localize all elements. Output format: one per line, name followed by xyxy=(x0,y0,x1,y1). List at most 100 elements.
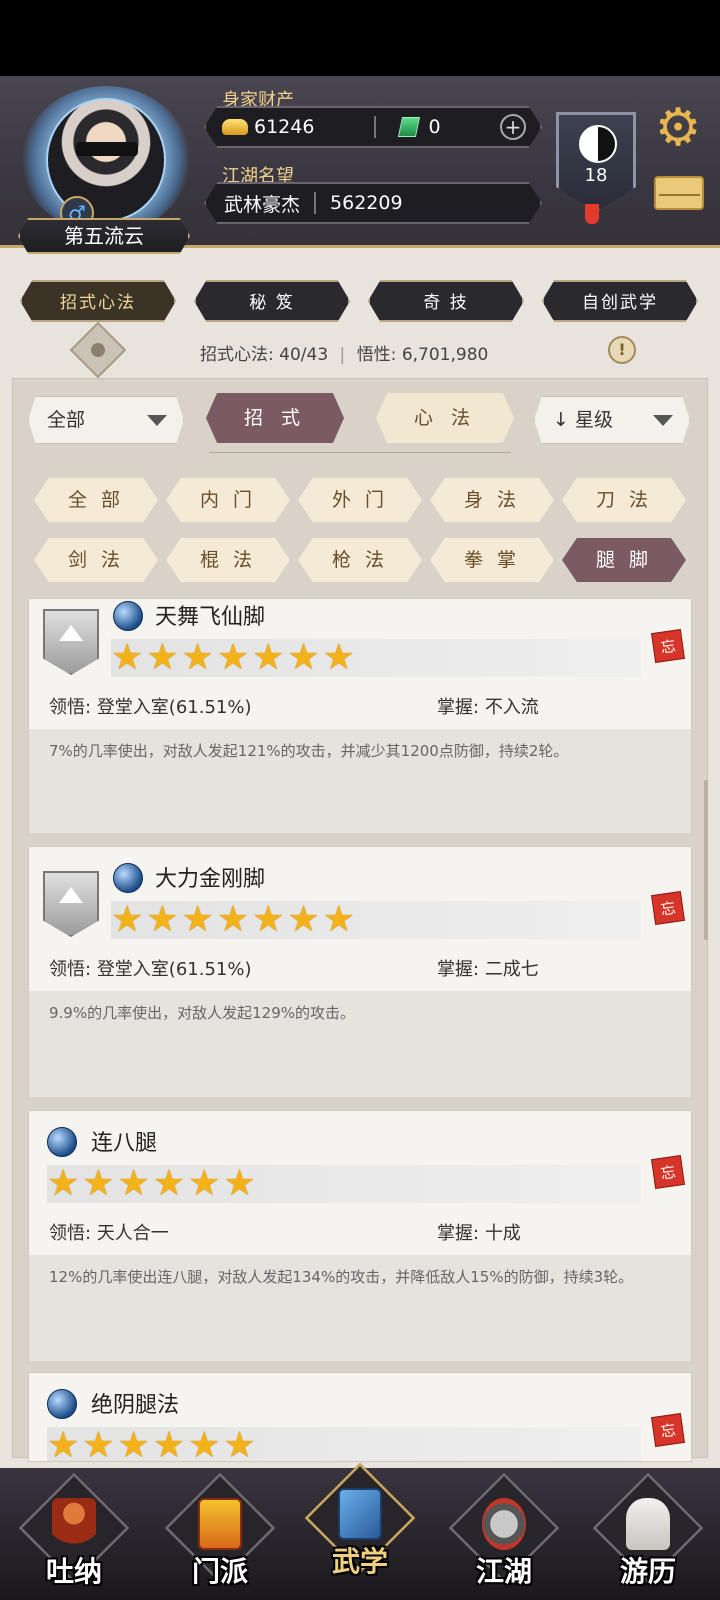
gold-ingot-icon xyxy=(222,119,248,135)
tassel-ornament xyxy=(585,204,599,224)
stars: ★★★★★★★ xyxy=(111,637,358,678)
category-dropdown[interactable]: 全部 xyxy=(28,396,184,444)
skill-type-icon xyxy=(113,601,143,631)
stars: ★★★★★★★ xyxy=(111,899,358,940)
chip-movement[interactable]: 身 法 xyxy=(430,478,554,522)
skill-description: 9.9%的几率使出，对敌人发起129%的攻击。 xyxy=(29,991,691,1097)
ornament-divider xyxy=(210,452,510,456)
level-badge[interactable]: 18 xyxy=(556,112,636,212)
stars: ★★★★★★ xyxy=(47,1163,259,1204)
skill-card[interactable]: 连八腿 ★★★★★★ 忘 领悟: 天人合一 掌握: 十成 12%的几率使出连八腿… xyxy=(28,1110,692,1361)
skill-card[interactable]: 大力金刚脚 ★★★★★★★ 忘 领悟: 登堂入室(61.51%) 掌握: 二成七… xyxy=(28,846,692,1097)
mastery-label: 掌握: xyxy=(437,1223,480,1244)
nav-label: 武学 xyxy=(331,1545,388,1578)
avatar[interactable]: ♂ xyxy=(22,86,190,236)
forget-skill-button[interactable]: 忘 xyxy=(651,1155,685,1189)
skill-name: 绝阴腿法 xyxy=(91,1393,180,1418)
chip-sword[interactable]: 剑 法 xyxy=(34,538,158,582)
mastery: 掌握: 十成 xyxy=(437,1219,521,1245)
skill-type-icon xyxy=(47,1127,77,1157)
status-bar xyxy=(0,0,720,76)
reputation-title: 武林豪杰 xyxy=(224,193,301,216)
nav-breathing[interactable]: 吐纳 xyxy=(18,1472,130,1588)
nav-label: 吐纳 xyxy=(45,1555,102,1588)
nav-label: 门派 xyxy=(191,1555,248,1588)
yinyang-icon xyxy=(579,125,617,163)
chip-outer[interactable]: 外 门 xyxy=(298,478,422,522)
skill-description: 7%的几率使出，对敌人发起121%的攻击，并减少其1200点防御，持续2轮。 xyxy=(29,729,691,833)
comprehension: 领悟: 登堂入室(61.51%) xyxy=(49,955,252,981)
comprehension: 领悟: 登堂入室(61.51%) xyxy=(49,693,252,719)
star-rating: ★★★★★★★ xyxy=(111,639,641,677)
tab-moves-and-methods[interactable]: 招式心法 xyxy=(20,280,176,322)
segment-moves[interactable]: 招 式 xyxy=(206,393,344,443)
comprehension: 领悟: 天人合一 xyxy=(49,1219,169,1245)
tab-special-skills[interactable]: 奇 技 xyxy=(368,280,524,322)
add-currency-button[interactable]: + xyxy=(500,114,526,140)
nav-travel[interactable]: 游历 xyxy=(592,1472,704,1588)
nav-sect[interactable]: 门派 xyxy=(164,1472,276,1588)
martial-arts-book-icon xyxy=(338,1488,382,1540)
chip-all[interactable]: 全 部 xyxy=(34,478,158,522)
level-number: 18 xyxy=(584,165,608,186)
segment-methods[interactable]: 心 法 xyxy=(376,393,514,443)
sort-arrow-icon: ↓ xyxy=(553,409,569,431)
currency-bar: 61246 0 + xyxy=(204,106,542,148)
chip-blade[interactable]: 刀 法 xyxy=(562,478,686,522)
tab-self-created-martial-arts[interactable]: 自创武学 xyxy=(542,280,698,322)
count-label: 招式心法: xyxy=(200,345,274,365)
chip-fist-palm[interactable]: 拳 掌 xyxy=(430,538,554,582)
gold-amount: 61246 xyxy=(254,116,315,138)
tab-secret-manual[interactable]: 秘 笈 xyxy=(194,280,350,322)
star-rating: ★★★★★★ xyxy=(47,1425,641,1462)
comprehension-value: 登堂入室(61.51%) xyxy=(96,959,252,980)
chip-spear[interactable]: 枪 法 xyxy=(298,538,422,582)
comprehension-value: 登堂入室(61.51%) xyxy=(96,697,252,718)
star-rating: ★★★★★★★ xyxy=(111,901,641,939)
forget-skill-button[interactable]: 忘 xyxy=(651,629,685,663)
skill-card[interactable]: 天舞飞仙脚 ★★★★★★★ 忘 领悟: 登堂入室(61.51%) 掌握: 不入流… xyxy=(28,598,692,833)
skill-name: 天舞飞仙脚 xyxy=(155,605,266,630)
mastery-value: 不入流 xyxy=(484,697,539,718)
nav-martial-arts[interactable]: 武学 xyxy=(304,1462,416,1578)
skill-card[interactable]: 绝阴腿法 ★★★★★★ 忘 xyxy=(28,1372,692,1462)
comprehension-label: 领悟: xyxy=(49,1223,92,1244)
eye-icon[interactable] xyxy=(69,321,127,379)
rank-up-badge-icon[interactable] xyxy=(43,609,99,675)
reputation-value: 562209 xyxy=(330,192,403,214)
nav-jianghu[interactable]: 江湖 xyxy=(448,1472,560,1588)
skill-name: 连八腿 xyxy=(91,1131,158,1156)
skill-type-icon xyxy=(47,1389,77,1419)
mastery-value: 二成七 xyxy=(484,959,539,980)
mail-envelope-icon[interactable] xyxy=(654,176,704,210)
forget-skill-button[interactable]: 忘 xyxy=(651,1413,685,1447)
chip-staff[interactable]: 棍 法 xyxy=(166,538,290,582)
skill-type-icon xyxy=(113,863,143,893)
jade-icon xyxy=(398,117,421,137)
white-horse-icon xyxy=(626,1498,670,1550)
sort-value: 星级 xyxy=(574,409,613,431)
player-name: 第五流云 xyxy=(18,218,190,254)
bottom-navigation: 吐纳 门派 武学 江湖 游历 xyxy=(0,1462,720,1600)
jade-amount: 0 xyxy=(428,116,441,138)
skill-stats: 招式心法: 40/43 | 悟性: 6,701,980 xyxy=(200,345,489,365)
settings-gear-icon[interactable]: ⚙ xyxy=(652,102,704,154)
chip-inner[interactable]: 内 门 xyxy=(166,478,290,522)
star-rating: ★★★★★★ xyxy=(47,1165,641,1203)
mastery-label: 掌握: xyxy=(437,697,480,718)
chevron-down-icon xyxy=(653,415,673,426)
forget-skill-button[interactable]: 忘 xyxy=(651,891,685,925)
skill-description: 12%的几率使出连八腿，对敌人发起134%的攻击，并降低敌人15%的防御，持续3… xyxy=(29,1255,691,1361)
player-header: ♂ 第五流云 身家财产 61246 0 + 江湖名望 武林豪杰 562209 1… xyxy=(0,76,720,254)
stars: ★★★★★★ xyxy=(47,1425,259,1462)
scrollbar[interactable] xyxy=(704,780,708,940)
sort-dropdown[interactable]: ↓ 星级 xyxy=(534,396,690,444)
rank-up-badge-icon[interactable] xyxy=(43,871,99,937)
comprehension-value: 天人合一 xyxy=(96,1223,169,1244)
info-alert-icon[interactable]: ! xyxy=(608,336,636,364)
chip-leg-kick[interactable]: 腿 脚 xyxy=(562,538,686,582)
insight-value: 6,701,980 xyxy=(401,345,489,365)
mastery-value: 十成 xyxy=(484,1223,521,1244)
sect-banner-icon xyxy=(198,1498,242,1550)
mastery: 掌握: 二成七 xyxy=(437,955,539,981)
